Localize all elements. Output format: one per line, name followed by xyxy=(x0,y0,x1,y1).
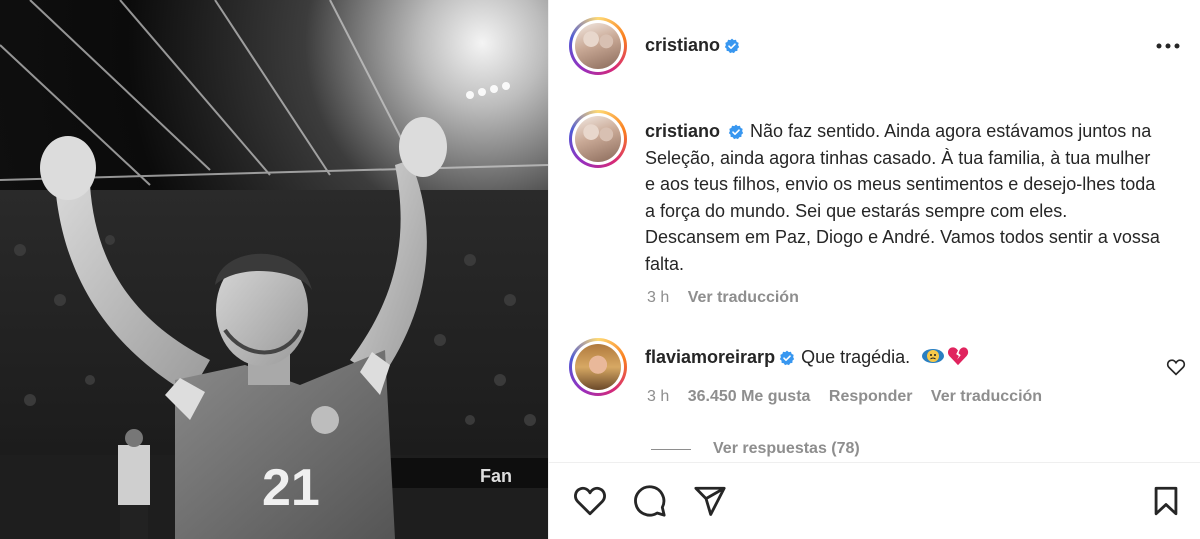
caption: cristiano Não faz sentido. Ainda agora es… xyxy=(645,118,1165,277)
replies-divider xyxy=(651,448,691,450)
comment-likes[interactable]: 36.450 Me gusta xyxy=(688,388,811,405)
photo-illustration: Fan 21 xyxy=(0,0,548,539)
comment-time: 3 h xyxy=(647,388,670,405)
comment-translate-link[interactable]: Ver traducción xyxy=(931,388,1042,405)
caption-meta: 3 h Ver traducción xyxy=(647,289,813,307)
author-username[interactable]: cristiano xyxy=(645,35,720,55)
svg-text:Fan: Fan xyxy=(480,466,512,486)
comment-reply-button[interactable]: Responder xyxy=(829,388,913,405)
crying-face-emoji xyxy=(922,349,945,363)
caption-time: 3 h xyxy=(647,289,670,306)
caption-username[interactable]: cristiano xyxy=(645,121,720,141)
post-side-panel: cristiano cristiano Não faz sentido. Aind… xyxy=(548,0,1200,539)
comment: flaviamoreirarp Que tragédia. xyxy=(645,346,969,368)
jersey-number: 21 xyxy=(262,459,320,517)
actions-divider xyxy=(549,462,1200,463)
comment-like-heart-icon[interactable] xyxy=(1166,358,1186,376)
more-options-icon[interactable] xyxy=(1153,36,1183,56)
commenter-avatar[interactable] xyxy=(569,338,627,396)
heart-outline-icon[interactable] xyxy=(573,484,607,518)
caption-translate-link[interactable]: Ver traducción xyxy=(688,289,799,306)
view-replies[interactable]: Ver respuestas (78) xyxy=(651,440,860,458)
paper-plane-icon[interactable] xyxy=(693,484,727,518)
verified-badge-icon xyxy=(728,124,744,140)
comment-bubble-icon[interactable] xyxy=(633,484,667,518)
post-header: cristiano xyxy=(645,35,740,56)
caption-text: Não faz sentido. Ainda agora estávamos j… xyxy=(645,121,1160,274)
caption-avatar[interactable] xyxy=(569,110,627,168)
broken-heart-emoji xyxy=(948,347,969,366)
bookmark-icon[interactable] xyxy=(1149,484,1183,518)
verified-badge-icon xyxy=(724,38,740,54)
verified-badge-icon xyxy=(779,350,795,366)
comment-text: Que tragédia. xyxy=(801,347,911,367)
author-avatar[interactable] xyxy=(569,17,627,75)
view-replies-link[interactable]: Ver respuestas (78) xyxy=(713,440,860,458)
post-photo[interactable]: Fan 21 xyxy=(0,0,548,539)
comment-username[interactable]: flaviamoreirarp xyxy=(645,347,775,367)
comment-meta: 3 h 36.450 Me gusta Responder Ver traduc… xyxy=(647,388,1056,406)
